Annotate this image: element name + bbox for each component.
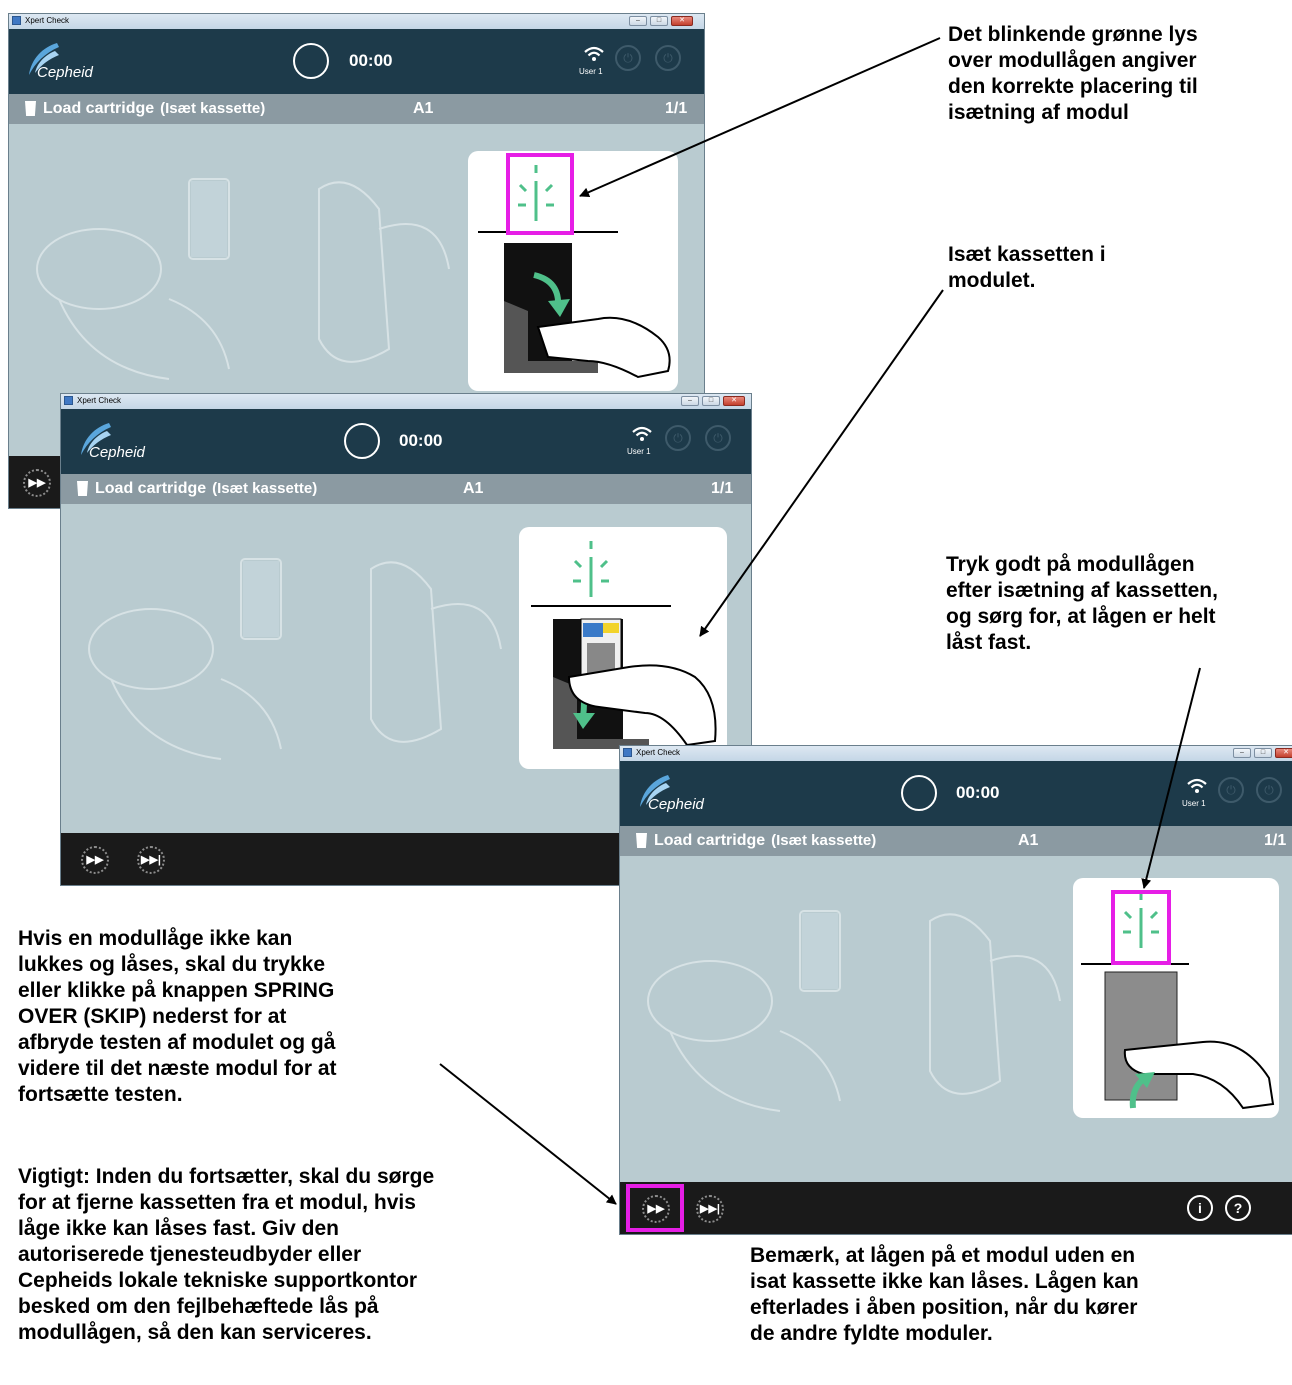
timer-circle (293, 43, 329, 79)
logout-icon[interactable]: ⏻ (665, 425, 691, 451)
maximize-button[interactable]: □ (702, 396, 720, 406)
skip-button[interactable]: ▶▶ (81, 846, 109, 874)
arrow-to-skip-button (439, 1063, 617, 1205)
minimize-button[interactable]: – (681, 396, 699, 406)
timer-circle (901, 775, 937, 811)
timer: 00:00 (399, 431, 443, 450)
wifi-icon (584, 46, 604, 61)
xpert-check-window-3: Xpert Check – □ ✕ Cepheid 00:00 User 1 ⏻… (619, 745, 1292, 1235)
close-button[interactable]: ✕ (671, 16, 693, 26)
app-icon (64, 396, 73, 405)
step-titlebar: Load cartridge (Isæt kassette) A1 1/1 (61, 474, 751, 504)
cepheid-logo: Cepheid (37, 64, 93, 81)
user-label: User 1 (579, 67, 603, 76)
ghost-instruction-illustration (36, 178, 450, 380)
step-label: Load cartridge (Isæt kassette) (95, 480, 318, 497)
page-indicator: 1/1 (665, 100, 688, 117)
cartridge-icon (25, 101, 36, 116)
module-position: A1 (1018, 832, 1039, 849)
window-title: Xpert Check (25, 16, 70, 25)
app-header: Cepheid 00:00 User 1 ⏻ ⏻ (61, 409, 751, 474)
step-titlebar: Load cartridge (Isæt kassette) A1 1/1 (620, 826, 1292, 856)
ghost-instruction-illustration (88, 558, 502, 760)
module-position: A1 (463, 480, 484, 497)
window-titlebar: Xpert Check – □ ✕ (620, 746, 1292, 762)
minimize-button[interactable]: – (1233, 748, 1251, 758)
step-label: Load cartridge (Isæt kassette) (43, 100, 266, 117)
logout-icon[interactable]: ⏻ (615, 45, 641, 71)
window-title: Xpert Check (636, 748, 681, 757)
cepheid-logo: Cepheid (648, 796, 704, 813)
cepheid-logo: Cepheid (89, 444, 145, 461)
step-label: Load cartridge (Isæt kassette) (654, 832, 877, 849)
timer: 00:00 (349, 51, 393, 70)
close-button[interactable]: ✕ (723, 396, 745, 406)
skip-all-button[interactable]: ▶▶| (696, 1195, 724, 1223)
app-header: Cepheid 00:00 User 1 ⏻ ⏻ (9, 29, 704, 94)
skip-button-highlight (626, 1184, 684, 1232)
blinking-light-highlight (1111, 890, 1171, 965)
step-titlebar: Load cartridge (Isæt kassette) A1 1/1 (9, 94, 704, 124)
module-position: A1 (413, 100, 434, 117)
close-button[interactable]: ✕ (1275, 748, 1292, 758)
wifi-icon (1187, 778, 1207, 793)
blinking-light-highlight (506, 153, 574, 235)
window-titlebar: Xpert Check – □ ✕ (9, 14, 704, 30)
annotation-skip-instruction: Hvis en modullåge ikke kan lukkes og lås… (18, 927, 337, 1106)
user-label: User 1 (627, 447, 651, 456)
skip-button[interactable]: ▶▶ (23, 469, 51, 497)
skip-all-button[interactable]: ▶▶| (137, 846, 165, 874)
annotation-note: Bemærk, at lågen på et modul uden en isa… (750, 1244, 1139, 1345)
cartridge-icon (636, 833, 647, 848)
app-icon (12, 16, 21, 25)
wifi-icon (632, 426, 652, 441)
page-indicator: 1/1 (1264, 832, 1287, 849)
user-label: User 1 (1182, 799, 1206, 808)
app-icon (623, 748, 632, 757)
info-button[interactable]: i (1187, 1195, 1213, 1221)
timer: 00:00 (956, 783, 1000, 802)
page-indicator: 1/1 (711, 480, 734, 497)
app-header: Cepheid 00:00 User 1 ⏻ ⏻ (620, 761, 1292, 826)
annotation-insert-cartridge: Isæt kassetten i modulet. (948, 243, 1106, 292)
annotation-blinking-light: Det blinkende grønne lys over modullågen… (948, 23, 1198, 124)
annotation-press-door: Tryk godt på modullågen efter isætning a… (946, 553, 1218, 654)
timer-circle (344, 423, 380, 459)
shutdown-icon[interactable]: ⏻ (655, 45, 681, 71)
logout-icon[interactable]: ⏻ (1218, 777, 1244, 803)
window-title: Xpert Check (77, 396, 122, 405)
footer-bar: ▶▶ ▶▶| i ? (620, 1182, 1292, 1234)
window-titlebar: Xpert Check – □ ✕ (61, 394, 751, 410)
maximize-button[interactable]: □ (1254, 748, 1272, 758)
cartridge-icon (77, 481, 88, 496)
help-button[interactable]: ? (1225, 1195, 1251, 1221)
annotation-important: Vigtigt: Inden du fortsætter, skal du sø… (18, 1165, 435, 1344)
maximize-button[interactable]: □ (650, 16, 668, 26)
shutdown-icon[interactable]: ⏻ (1256, 777, 1282, 803)
ghost-instruction-illustration (647, 910, 1061, 1112)
module-door-diagram (519, 527, 727, 769)
shutdown-icon[interactable]: ⏻ (705, 425, 731, 451)
module-door-diagram (1073, 878, 1279, 1118)
minimize-button[interactable]: – (629, 16, 647, 26)
